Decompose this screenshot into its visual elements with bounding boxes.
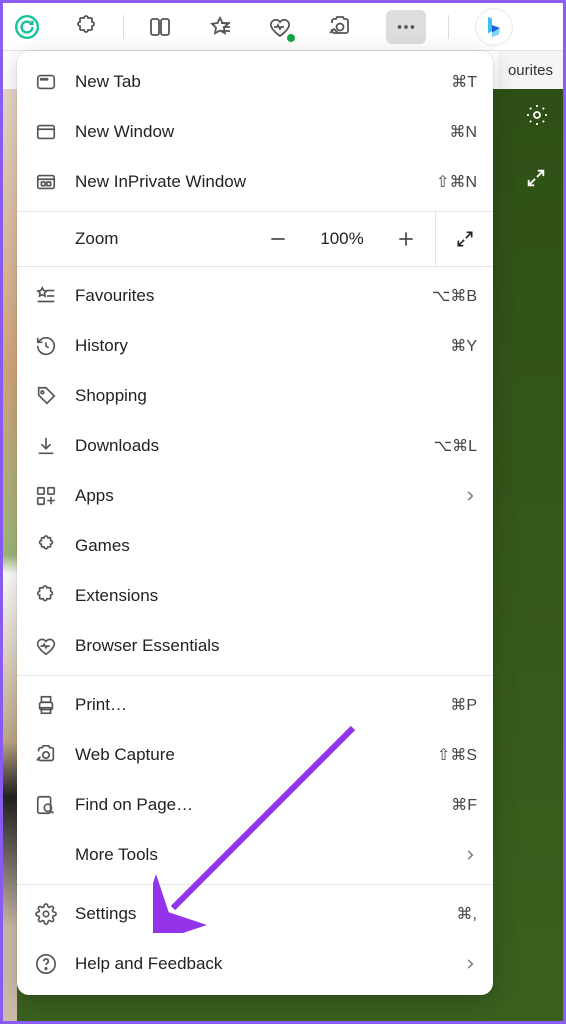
chevron-right-icon	[463, 848, 477, 862]
star-list-icon	[33, 283, 59, 309]
download-icon	[33, 433, 59, 459]
menu-print[interactable]: Print… ⌘P	[17, 680, 493, 730]
menu-label: Apps	[75, 486, 447, 506]
menu-label: Browser Essentials	[75, 636, 477, 656]
menu-label: More Tools	[75, 845, 447, 865]
menu-new-window[interactable]: New Window ⌘N	[17, 107, 493, 157]
inprivate-icon	[33, 169, 59, 195]
menu-downloads[interactable]: Downloads ⌥⌘L	[17, 421, 493, 471]
menu-zoom: Zoom 100%	[17, 211, 493, 267]
menu-separator	[17, 675, 493, 676]
settings-overlay-icon[interactable]	[525, 103, 549, 127]
bing-button[interactable]	[475, 8, 513, 46]
menu-extensions[interactable]: Extensions	[17, 571, 493, 621]
capture-icon	[33, 742, 59, 768]
menu-label: Favourites	[75, 286, 416, 306]
menu-shortcut: ⌘,	[457, 904, 477, 924]
blank-icon	[33, 842, 59, 868]
menu-shortcut: ⌘N	[449, 122, 477, 142]
menu-find[interactable]: Find on Page… ⌘F	[17, 780, 493, 830]
fullscreen-button[interactable]	[435, 211, 493, 267]
browser-toolbar	[3, 3, 563, 51]
heartbeat-icon[interactable]	[266, 13, 294, 41]
menu-favourites[interactable]: Favourites ⌥⌘B	[17, 271, 493, 321]
menu-settings[interactable]: Settings ⌘,	[17, 889, 493, 939]
print-icon	[33, 692, 59, 718]
favourites-icon[interactable]	[206, 13, 234, 41]
menu-label: Find on Page…	[75, 795, 435, 815]
chevron-right-icon	[463, 957, 477, 971]
menu-shortcut: ⌘Y	[450, 336, 477, 356]
chevron-right-icon	[463, 489, 477, 503]
menu-shortcut: ⇧⌘S	[437, 745, 477, 765]
menu-label: History	[75, 336, 434, 356]
menu-label: New Window	[75, 122, 433, 142]
menu-games[interactable]: Games	[17, 521, 493, 571]
menu-label: Help and Feedback	[75, 954, 447, 974]
menu-shopping[interactable]: Shopping	[17, 371, 493, 421]
history-icon	[33, 333, 59, 359]
tag-icon	[33, 383, 59, 409]
menu-label: New Tab	[75, 72, 435, 92]
menu-label: Print…	[75, 695, 434, 715]
extension-icon[interactable]	[73, 13, 101, 41]
screenshot-icon[interactable]	[326, 13, 354, 41]
toolbar-divider	[123, 15, 124, 39]
more-menu-button[interactable]	[386, 10, 426, 44]
help-icon	[33, 951, 59, 977]
split-screen-icon[interactable]	[146, 13, 174, 41]
settings-icon	[33, 901, 59, 927]
menu-shortcut: ⌥⌘L	[434, 436, 477, 456]
page-left-edge	[3, 89, 17, 1021]
menu-label: Extensions	[75, 586, 477, 606]
menu-label: Downloads	[75, 436, 418, 456]
menu-shortcut: ⌥⌘B	[432, 286, 477, 306]
menu-new-inprivate[interactable]: New InPrivate Window ⇧⌘N	[17, 157, 493, 207]
menu-more-tools[interactable]: More Tools	[17, 830, 493, 880]
menu-label: Settings	[75, 904, 441, 924]
apps-icon	[33, 483, 59, 509]
menu-shortcut: ⇧⌘N	[436, 172, 477, 192]
menu-web-capture[interactable]: Web Capture ⇧⌘S	[17, 730, 493, 780]
zoom-in-button[interactable]	[377, 211, 435, 267]
menu-shortcut: ⌘P	[450, 695, 477, 715]
extensions-icon	[33, 583, 59, 609]
toolbar-divider-2	[448, 15, 449, 39]
menu-label: Web Capture	[75, 745, 421, 765]
heartbeat-menu-icon	[33, 633, 59, 659]
browser-menu: New Tab ⌘T New Window ⌘N New InPrivate W…	[17, 51, 493, 995]
games-icon	[33, 533, 59, 559]
menu-help[interactable]: Help and Feedback	[17, 939, 493, 989]
menu-label: Games	[75, 536, 477, 556]
zoom-label: Zoom	[75, 229, 118, 249]
menu-shortcut: ⌘F	[451, 795, 477, 815]
fullscreen-overlay-icon[interactable]	[525, 167, 549, 189]
find-icon	[33, 792, 59, 818]
zoom-out-button[interactable]	[249, 211, 307, 267]
grammarly-icon[interactable]	[13, 13, 41, 41]
menu-new-tab[interactable]: New Tab ⌘T	[17, 57, 493, 107]
favourites-bar-fragment: ourites	[498, 51, 563, 89]
menu-browser-essentials[interactable]: Browser Essentials	[17, 621, 493, 671]
zoom-value: 100%	[307, 229, 377, 249]
menu-label: Shopping	[75, 386, 477, 406]
sidebar-overlay-icons	[525, 103, 549, 189]
window-icon	[33, 119, 59, 145]
menu-shortcut: ⌘T	[451, 72, 477, 92]
menu-apps[interactable]: Apps	[17, 471, 493, 521]
menu-label: New InPrivate Window	[75, 172, 420, 192]
menu-history[interactable]: History ⌘Y	[17, 321, 493, 371]
new-tab-icon	[33, 69, 59, 95]
favourites-bar-label: ourites	[508, 62, 553, 79]
menu-separator	[17, 884, 493, 885]
